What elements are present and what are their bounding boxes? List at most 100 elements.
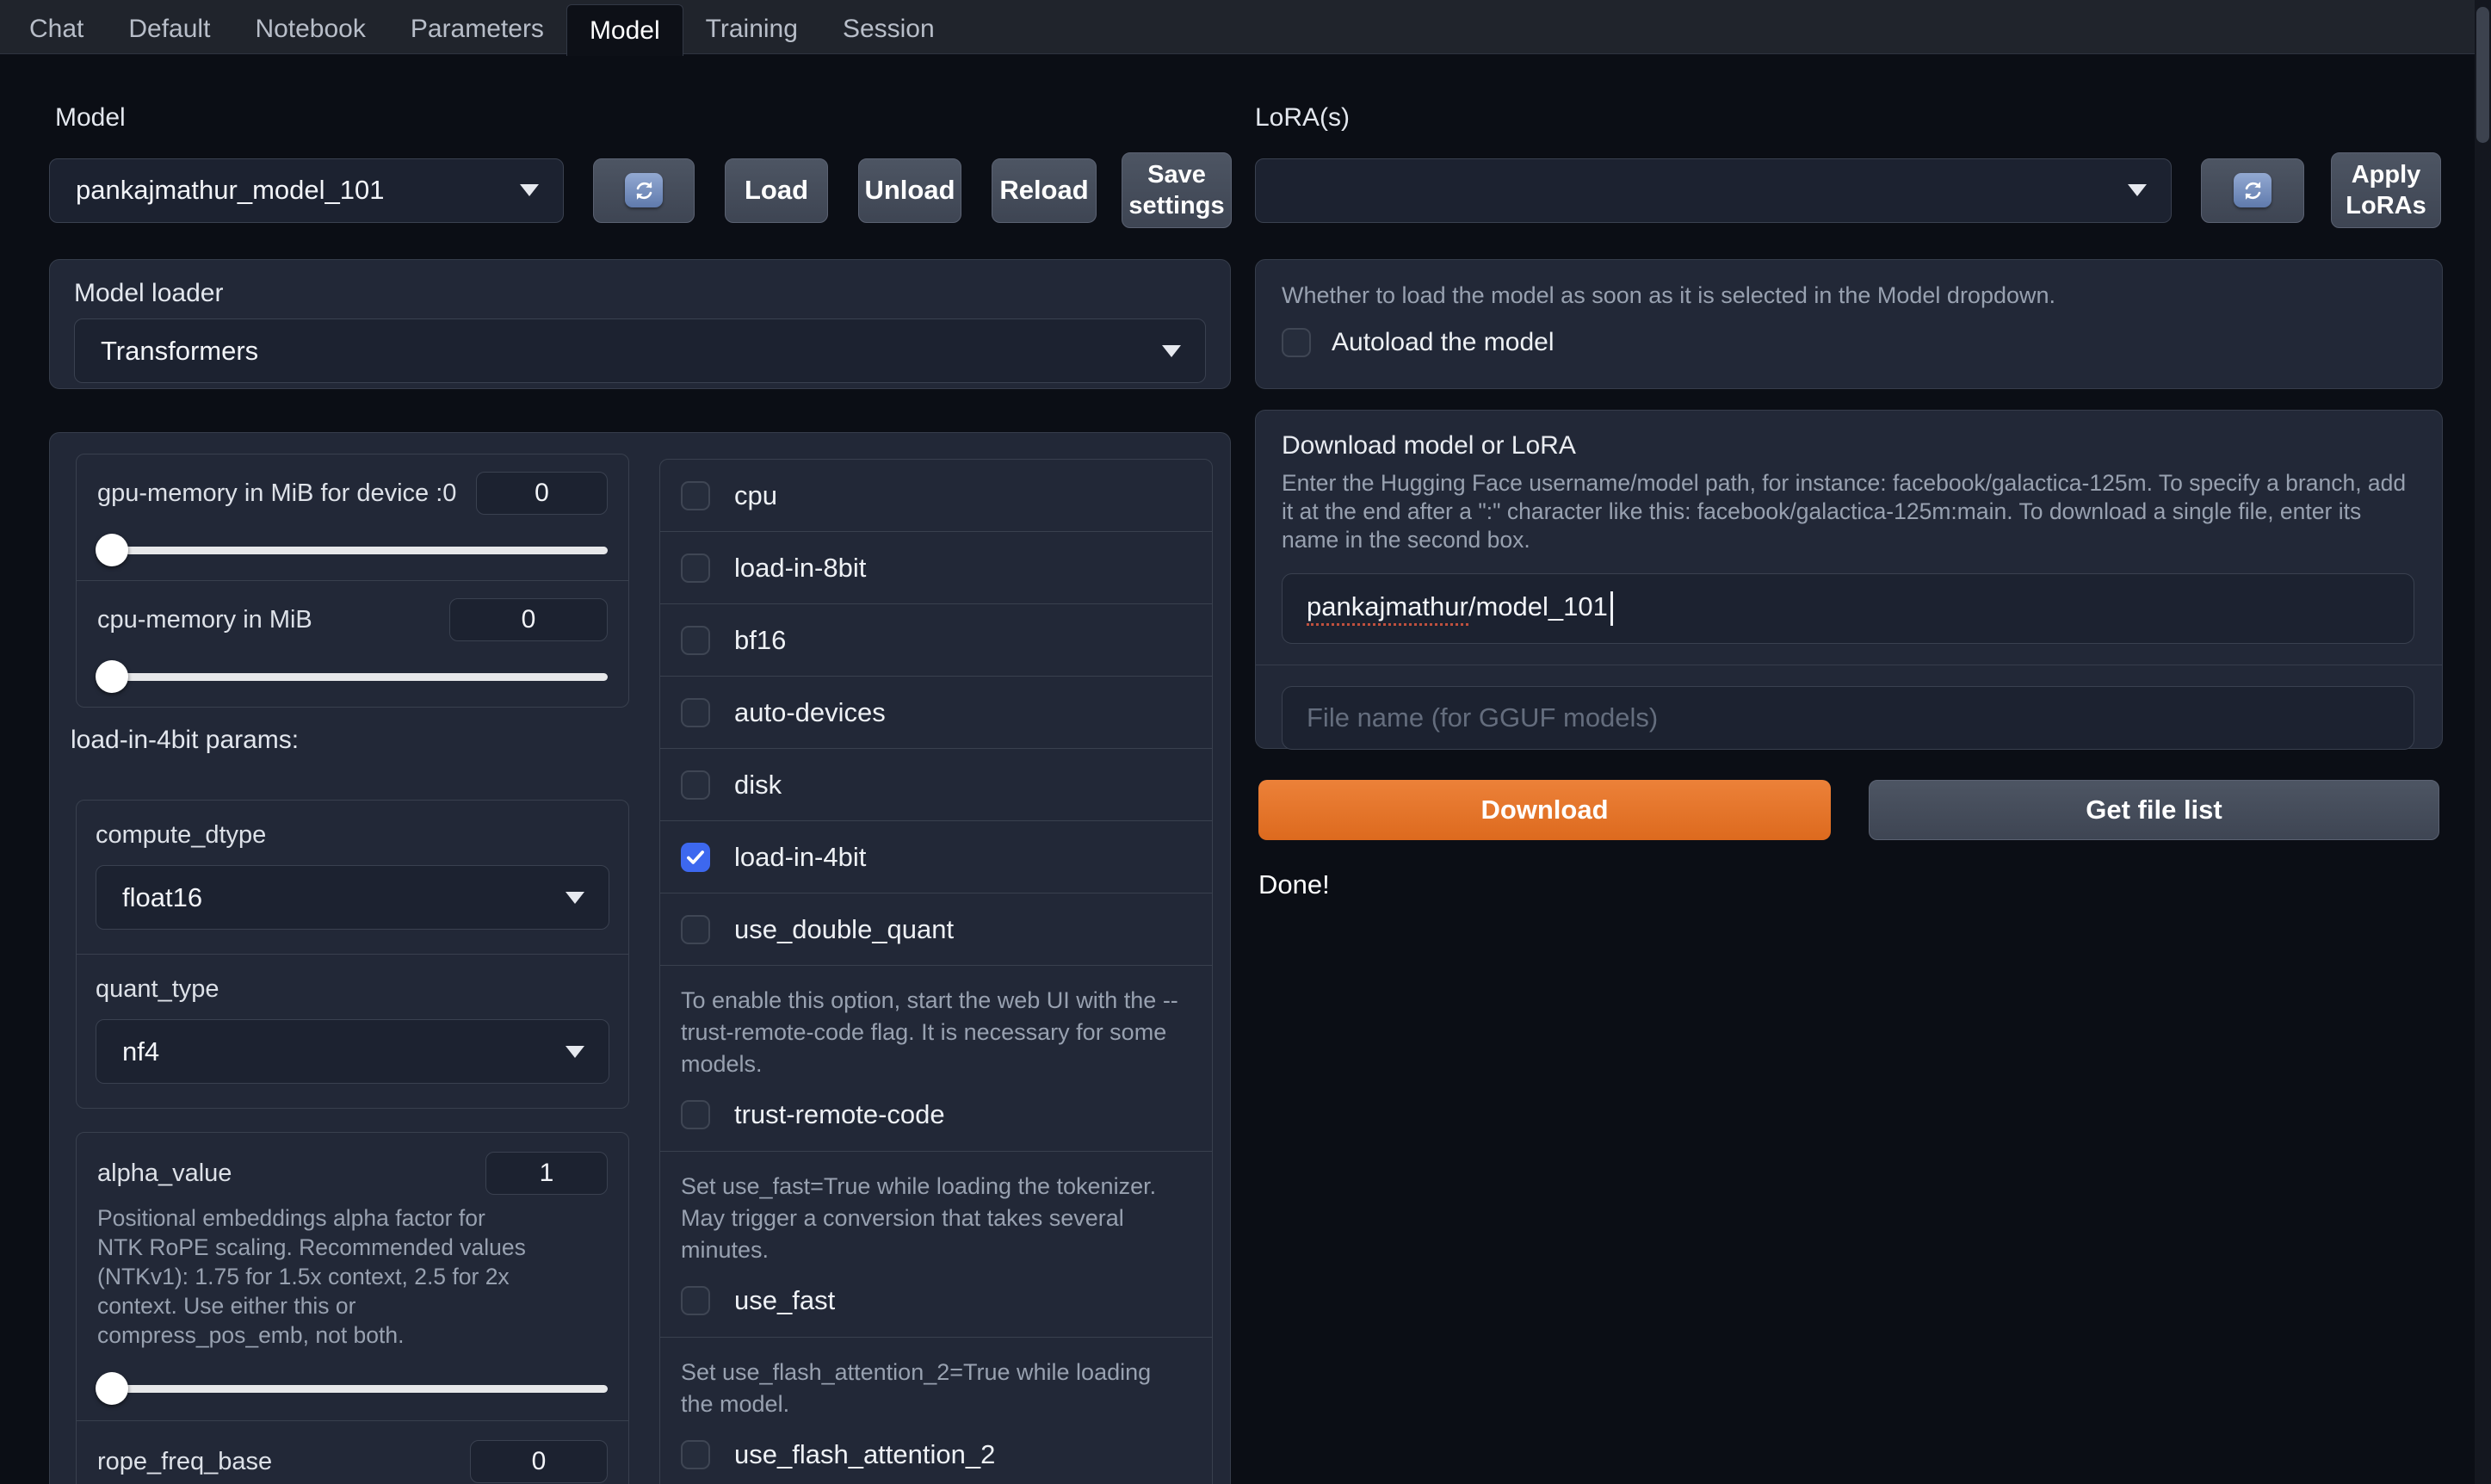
cpu-memory-label: cpu-memory in MiB [97,605,312,634]
quant-type-label: quant_type [96,975,219,1003]
tab-model[interactable]: Model [566,4,683,56]
tab-training[interactable]: Training [683,5,820,53]
rope-group: alpha_value Positional embeddings alpha … [76,1132,629,1484]
download-status-text: Done! [1258,869,1330,900]
quant-type-row: quant_type nf4 [77,954,628,1108]
tab-session[interactable]: Session [820,5,957,53]
download-description: Enter the Hugging Face username/model pa… [1282,470,2407,553]
refresh-models-button[interactable] [593,158,695,223]
model-loader-panel: Model loader Transformers [49,259,1231,389]
slider-handle[interactable] [96,1372,128,1405]
slider-handle[interactable] [96,660,128,693]
autoload-checkbox[interactable] [1282,328,1311,357]
model-dropdown-value: pankajmathur_model_101 [76,175,385,205]
use-flash-attention-2-section: Set use_flash_attention_2=True while loa… [660,1338,1212,1484]
gpu-memory-slider[interactable] [96,534,608,566]
apply-loras-button[interactable]: Apply LoRAs [2331,152,2441,228]
model-loader-dropdown[interactable]: Transformers [74,318,1206,383]
unload-button[interactable]: Unload [858,158,961,223]
cpu-memory-input[interactable] [449,598,608,641]
trust-remote-code-checkbox[interactable] [681,1100,710,1129]
flag-row-disk: disk [660,749,1212,821]
tab-notebook[interactable]: Notebook [232,5,387,53]
text-cursor [1610,591,1613,626]
download-path-input[interactable]: pankajmathur/model_101 [1282,573,2414,644]
gguf-file-name-placeholder: File name (for GGUF models) [1307,702,1659,733]
alpha-value-description: Positional embeddings alpha factor for N… [97,1205,526,1348]
lora-dropdown[interactable] [1255,158,2172,223]
load-in-4bit-checkbox[interactable] [681,842,710,872]
gpu-memory-row: gpu-memory in MiB for device :0 [77,454,628,580]
tab-default[interactable]: Default [106,5,232,53]
auto-devices-checkbox[interactable] [681,697,710,727]
memory-sliders-group: gpu-memory in MiB for device :0 cpu-memo… [76,454,629,708]
use-double-quant-checkbox[interactable] [681,914,710,944]
tab-parameters[interactable]: Parameters [388,5,566,53]
alpha-value-row: alpha_value Positional embeddings alpha … [77,1133,628,1420]
chevron-down-icon [566,891,584,904]
cpu-memory-slider[interactable] [96,660,608,693]
quant-type-dropdown[interactable]: nf4 [96,1019,609,1084]
use-fast-checkbox-label: use_fast [734,1285,836,1315]
download-button[interactable]: Download [1258,780,1831,840]
lora-row: Apply LoRAs [1255,152,2443,228]
use-flash-attention-2-checkbox-label: use_flash_attention_2 [734,1439,996,1469]
load-button[interactable]: Load [725,158,828,223]
disk-checkbox[interactable] [681,770,710,800]
save-settings-button[interactable]: Save settings [1122,152,1232,228]
use-fast-description: Set use_fast=True while loading the toke… [681,1173,1157,1263]
use-fast-checkbox[interactable] [681,1286,710,1315]
flag-row-cpu: cpu [660,460,1212,532]
load-in-8bit-checkbox[interactable] [681,553,710,583]
refresh-loras-button[interactable] [2201,158,2304,223]
bf16-checkbox-label: bf16 [734,624,787,655]
model-tab-page: Chat Default Notebook Parameters Model T… [0,0,2491,1484]
gpu-memory-input[interactable] [476,472,608,515]
autoload-description: Whether to load the model as soon as it … [1282,282,2056,308]
compute-dtype-dropdown[interactable]: float16 [96,865,609,930]
reload-button[interactable]: Reload [992,158,1097,223]
vertical-scrollbar[interactable] [2475,0,2491,1484]
refresh-icon [2234,173,2272,207]
download-panel: Download model or LoRA Enter the Hugging… [1255,410,2443,750]
model-loader-label: Model loader [74,279,224,307]
alpha-value-input[interactable] [485,1152,608,1195]
slider-handle[interactable] [96,534,128,566]
flag-row-load-in-8bit: load-in-8bit [660,532,1212,604]
flag-row-bf16: bf16 [660,604,1212,677]
cpu-checkbox-label: cpu [734,479,777,510]
scrollbar-thumb[interactable] [2476,7,2489,143]
chevron-down-icon [520,184,539,196]
rope-freq-base-input[interactable] [470,1440,608,1483]
autoload-panel: Whether to load the model as soon as it … [1255,259,2443,389]
tab-chat[interactable]: Chat [7,5,106,53]
bf16-checkbox[interactable] [681,625,710,655]
cpu-checkbox[interactable] [681,480,710,510]
download-actions-row: Download Get file list [1258,780,2439,840]
rope-freq-base-row: rope_freq_base If greater than 0, will b… [77,1420,628,1484]
chevron-down-icon [2128,184,2147,196]
alpha-value-slider[interactable] [96,1372,608,1405]
use-flash-attention-2-checkbox[interactable] [681,1440,710,1469]
download-path-misspelled-text: pankajmathur [1307,591,1468,627]
auto-devices-checkbox-label: auto-devices [734,696,886,727]
compute-dtype-row: compute_dtype float16 [77,801,628,954]
quant-type-value: nf4 [122,1036,160,1067]
trust-remote-code-section: To enable this option, start the web UI … [660,966,1212,1152]
flags-group: cpu load-in-8bit bf16 auto-devices disk [659,459,1213,1484]
model-loader-value: Transformers [101,335,259,366]
flag-row-use-double-quant: use_double_quant [660,893,1212,966]
use-flash-attention-2-description: Set use_flash_attention_2=True while loa… [681,1359,1152,1417]
gpu-memory-label: gpu-memory in MiB for device :0 [97,479,457,507]
alpha-value-label: alpha_value [97,1159,232,1187]
model-dropdown[interactable]: pankajmathur_model_101 [49,158,564,223]
gguf-file-name-input[interactable]: File name (for GGUF models) [1282,686,2414,750]
flag-row-auto-devices: auto-devices [660,677,1212,749]
cpu-memory-row: cpu-memory in MiB [77,580,628,707]
trust-remote-code-description: To enable this option, start the web UI … [681,987,1178,1077]
download-path-rest-text: /model_101 [1468,591,1608,622]
chevron-down-icon [566,1045,584,1058]
use-fast-section: Set use_fast=True while loading the toke… [660,1152,1212,1338]
get-file-list-button[interactable]: Get file list [1869,780,2439,840]
compute-dtype-value: float16 [122,881,203,912]
